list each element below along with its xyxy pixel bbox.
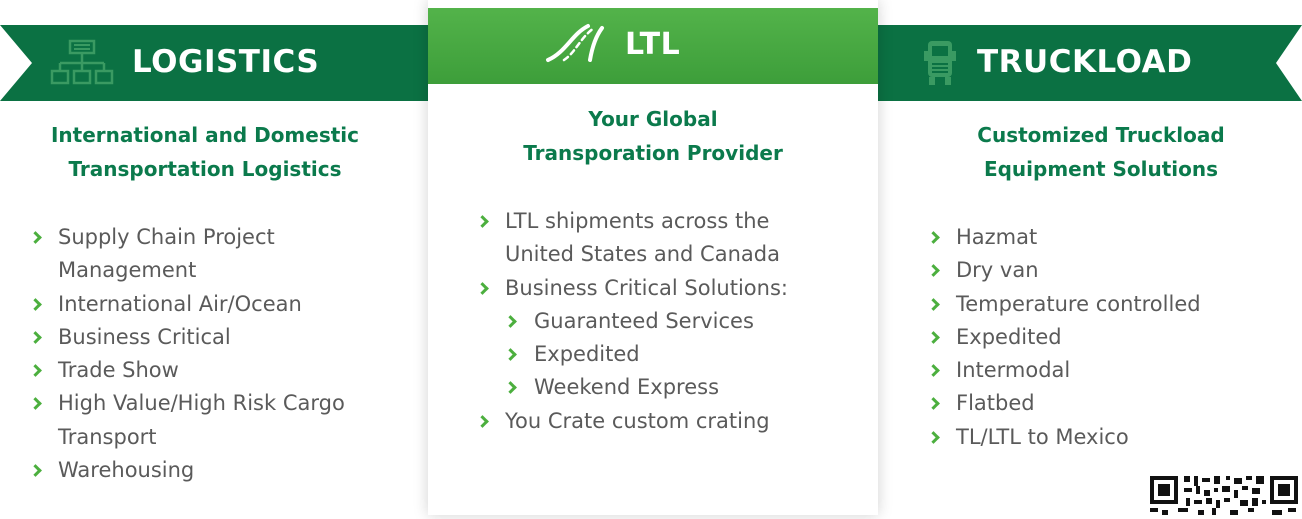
list-item-label: Intermodal	[956, 358, 1071, 383]
list-item: High Value/High Risk Cargo Transport	[29, 387, 345, 454]
truckload-banner: TRUCKLOAD	[865, 25, 1302, 101]
list-item: Guaranteed Services	[476, 305, 788, 338]
list-item: Trade Show	[29, 354, 345, 387]
logistics-banner: LOGISTICS	[0, 25, 440, 101]
list-item-label: Flatbed	[956, 391, 1035, 416]
list-item-continuation: Transport	[58, 424, 157, 449]
list-item-label: Supply Chain Project	[58, 225, 275, 249]
list-item-label: Guaranteed Services	[534, 308, 754, 333]
list-item-continuation: Management	[58, 258, 197, 283]
ltl-heading-line: Transporation Provider	[523, 141, 783, 165]
truckload-heading-line: Equipment Solutions	[983, 157, 1219, 181]
truckload-list: Hazmat Dry van Temperature controlled Ex…	[927, 221, 1201, 454]
list-item-label: Weekend Express	[534, 375, 720, 400]
list-item: You Crate custom crating	[476, 405, 788, 438]
list-item-label: Business Critical Solutions:	[505, 275, 788, 300]
list-item-label: You Crate custom crating	[505, 408, 770, 433]
list-item: Business Critical	[29, 321, 345, 354]
list-item-label: Expedited	[956, 324, 1062, 349]
list-item-label: LTL shipments across the	[505, 209, 770, 233]
list-item: Supply Chain Project Management	[29, 221, 345, 288]
list-item: Intermodal	[927, 354, 1201, 387]
list-item-label: TL/LTL to Mexico	[956, 424, 1129, 449]
org-chart-icon	[50, 39, 114, 91]
truck-icon	[923, 39, 957, 91]
list-item-label: Warehousing	[58, 458, 195, 483]
list-item-label: Dry van	[956, 258, 1039, 283]
list-item: TL/LTL to Mexico	[927, 421, 1201, 454]
list-item: LTL shipments across the United States an…	[476, 205, 788, 272]
list-item-label: Business Critical	[58, 324, 231, 349]
list-item-label: Temperature controlled	[956, 291, 1201, 316]
logistics-heading-line: Transportation Logistics	[68, 157, 342, 181]
logistics-heading-line: International and Domestic	[50, 123, 360, 147]
ltl-title: LTL	[625, 27, 681, 62]
list-item-label: Hazmat	[956, 225, 1038, 249]
highway-icon	[544, 22, 606, 68]
list-item-label: High Value/High Risk Cargo	[58, 391, 345, 416]
ltl-heading: Your Global Transporation Provider	[428, 102, 878, 170]
list-item-label: Trade Show	[58, 358, 179, 383]
list-item: Business Critical Solutions:	[476, 272, 788, 305]
list-item: Flatbed	[927, 387, 1201, 420]
logistics-heading: International and Domestic Transportatio…	[0, 118, 410, 186]
qr-code	[1148, 470, 1300, 515]
list-item: Warehousing	[29, 454, 345, 487]
ltl-banner: LTL	[428, 8, 878, 84]
truckload-title: TRUCKLOAD	[977, 44, 1193, 80]
ltl-list: LTL shipments across the United States an…	[476, 205, 788, 438]
logistics-title: LOGISTICS	[132, 44, 320, 80]
list-item-label: International Air/Ocean	[58, 291, 302, 316]
ltl-card: LTL Your Global Transporation Provider L…	[428, 0, 878, 515]
list-item: International Air/Ocean	[29, 288, 345, 321]
list-item: Hazmat	[927, 221, 1201, 254]
list-item-continuation: United States and Canada	[505, 242, 780, 267]
list-item-label: Expedited	[534, 342, 640, 367]
list-item: Dry van	[927, 254, 1201, 287]
truckload-heading-line: Customized Truckload	[977, 123, 1225, 147]
list-item: Expedited	[476, 338, 788, 371]
list-item: Weekend Express	[476, 371, 788, 404]
list-item: Expedited	[927, 321, 1201, 354]
ltl-heading-line: Your Global	[588, 107, 718, 131]
list-item: Temperature controlled	[927, 288, 1201, 321]
truckload-heading: Customized Truckload Equipment Solutions	[900, 118, 1302, 186]
logistics-list: Supply Chain Project Management Internati…	[29, 221, 345, 487]
